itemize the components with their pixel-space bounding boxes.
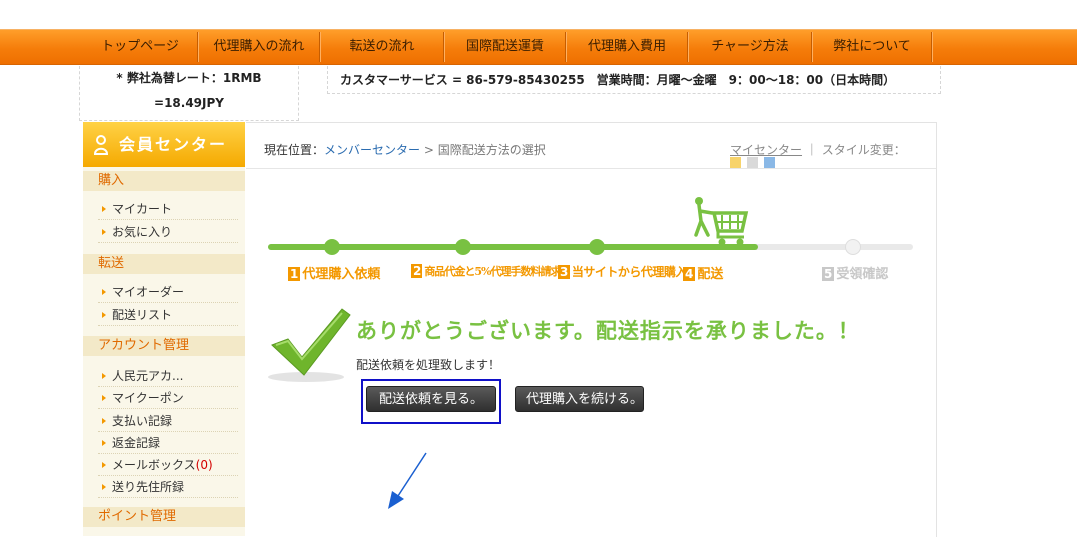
bullet-arrow-icon (102, 373, 106, 379)
bullet-arrow-icon (102, 440, 106, 446)
bullet-arrow-icon (102, 395, 106, 401)
nav-item-purchase-flow[interactable]: 代理購入の流れ (199, 30, 319, 64)
sidebar-item-my-orders[interactable]: マイオーダー (98, 281, 238, 303)
breadcrumb-current: 国際配送方法の選択 (437, 143, 546, 157)
section-heading-forwarding: 転送 (83, 254, 245, 274)
continue-purchasing-button[interactable]: 代理購入を続ける。 (515, 386, 644, 412)
bullet-arrow-icon (102, 206, 106, 212)
header-right-links: マイセンター ｜ スタイル変更： (730, 141, 906, 158)
breadcrumb: 現在位置：メンバーセンター > 国際配送方法の選択 (264, 141, 546, 158)
header-divider: ｜ (805, 143, 818, 157)
top-navigation: トップページ 代理購入の流れ 転送の流れ 国際配送運賃 代理購入費用 チャージ方… (0, 29, 1077, 65)
sidebar-item-refund-history[interactable]: 返金記録 (98, 432, 238, 454)
member-sidebar: 会員センター 購入 マイカート お気に入り 転送 マイオーダー 配送リスト アカ… (83, 122, 245, 536)
bullet-arrow-icon (102, 229, 106, 235)
section-heading-account: アカウント管理 (83, 336, 245, 356)
member-center-header: 会員センター (83, 122, 245, 167)
section-heading-points: ポイント管理 (83, 507, 245, 527)
sidebar-item-shipping-list[interactable]: 配送リスト (98, 304, 238, 326)
progress-dot-3 (589, 239, 605, 255)
checkmark-icon (268, 308, 351, 382)
progress-step-3: 3 当サイトから代理購入 (558, 265, 687, 279)
person-icon (93, 135, 109, 155)
highlight-annotation-box (361, 379, 501, 424)
progress-step-2: 2 商品代金と5%代理手数料請求 (411, 264, 561, 278)
member-center-title: 会員センター (119, 135, 228, 154)
progress-dot-1 (324, 239, 340, 255)
customer-service-info: カスタマーサービス = 86-579-85430255 営業時間：月曜～金曜 9… (327, 66, 941, 94)
exchange-rate-line1: * 弊社為替レート：1RMB (116, 71, 262, 85)
shopping-cart-icon (694, 197, 749, 246)
breadcrumb-prefix: 現在位置： (264, 143, 325, 157)
success-title: ありがとうございます。配送指示を承りました。！ (356, 319, 860, 343)
mailbox-count: (0) (195, 458, 213, 472)
style-swatch-gray[interactable] (747, 157, 758, 168)
nav-item-forwarding-flow[interactable]: 転送の流れ (321, 30, 443, 64)
progress-step-1: 1 代理購入依頼 (288, 267, 381, 282)
style-swatch-blue[interactable] (764, 157, 775, 168)
section-heading-purchase: 購入 (83, 171, 245, 191)
sidebar-item-my-coupons[interactable]: マイクーポン (98, 387, 238, 409)
main-content: 現在位置：メンバーセンター > 国際配送方法の選択 マイセンター ｜ スタイル変… (246, 122, 937, 537)
breadcrumb-separator: > (420, 143, 438, 157)
progress-dot-2 (455, 239, 471, 255)
exchange-rate-line2: =18.49JPY (154, 96, 224, 110)
exchange-rate-box: * 弊社為替レート：1RMB =18.49JPY (79, 66, 299, 121)
bullet-arrow-icon (102, 484, 106, 490)
nav-item-about-us[interactable]: 弊社について (813, 30, 931, 64)
nav-item-shipping-rates[interactable]: 国際配送運賃 (445, 30, 565, 64)
progress-step-4: 4 配送 (683, 267, 724, 282)
arrow-annotation-icon (388, 452, 427, 509)
success-subtitle: 配送依頼を処理致します！ (356, 358, 501, 372)
breadcrumb-link-member-center[interactable]: メンバーセンター (324, 143, 420, 157)
sidebar-item-mailbox[interactable]: メールボックス(0) (98, 454, 238, 476)
nav-item-purchase-fees[interactable]: 代理購入費用 (567, 30, 687, 64)
progress-step-5: 5 受領確認 (822, 267, 889, 282)
nav-divider (931, 32, 933, 62)
my-center-link[interactable]: マイセンター (730, 143, 802, 157)
sidebar-item-rmb-account[interactable]: 人民元アカ... (98, 365, 238, 387)
nav-item-top-page[interactable]: トップページ (88, 30, 192, 64)
progress-dot-5 (845, 239, 861, 255)
nav-item-charge-method[interactable]: チャージ方法 (689, 30, 811, 64)
sidebar-item-my-cart[interactable]: マイカート (98, 198, 238, 220)
progress-fill (268, 244, 758, 250)
bullet-arrow-icon (102, 462, 106, 468)
style-swatch-yellow[interactable] (730, 157, 741, 168)
bullet-arrow-icon (102, 418, 106, 424)
style-change-label: スタイル変更： (821, 143, 906, 157)
sidebar-item-favorites[interactable]: お気に入り (98, 221, 238, 243)
sidebar-item-payment-history[interactable]: 支払い記録 (98, 410, 238, 432)
bullet-arrow-icon (102, 289, 106, 295)
sidebar-item-address-book[interactable]: 送り先住所録 (98, 476, 238, 498)
header-divider-line (246, 168, 936, 169)
bullet-arrow-icon (102, 312, 106, 318)
